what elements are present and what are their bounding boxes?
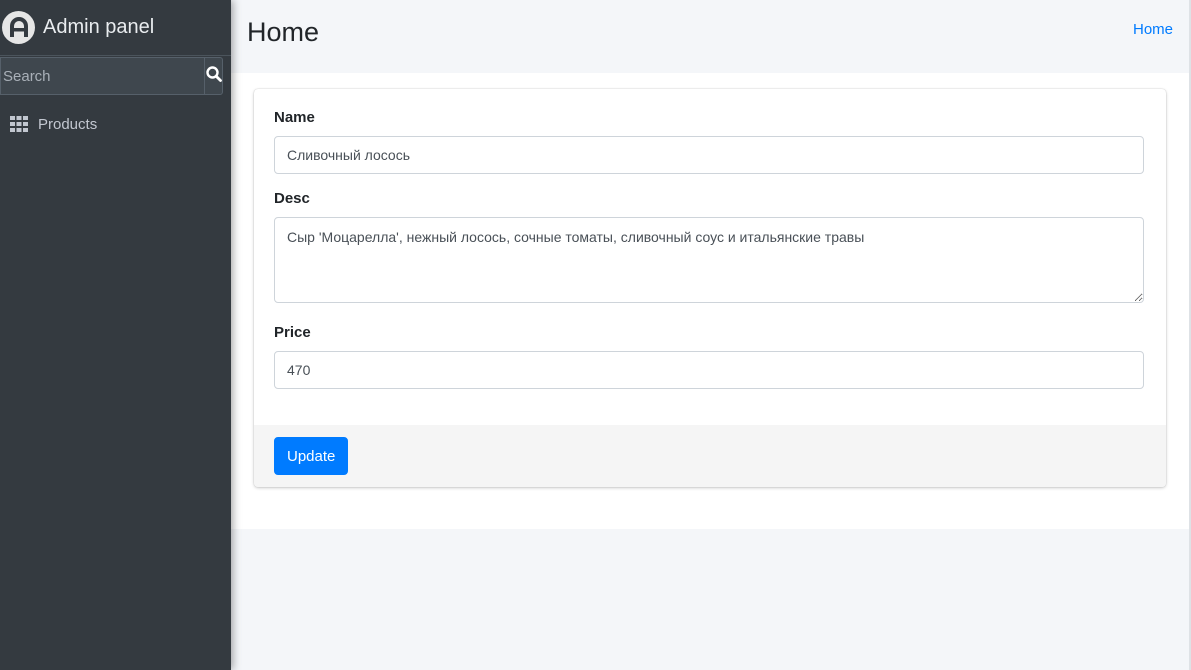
page-title: Home xyxy=(247,17,320,47)
price-input[interactable] xyxy=(274,351,1144,389)
name-group: Name xyxy=(274,109,1146,174)
content-header: Home Home xyxy=(231,0,1189,73)
main-content: Name Desc Сыр 'Моцарелла', нежный лосось… xyxy=(231,73,1189,529)
brand-link[interactable]: Admin panel xyxy=(0,0,231,56)
price-group: Price xyxy=(274,324,1146,389)
card-footer: Update xyxy=(254,425,1166,487)
sidebar-nav: Products xyxy=(0,104,231,144)
sidebar-item-label: Products xyxy=(38,115,98,133)
desc-textarea[interactable]: Сыр 'Моцарелла', нежный лосось, сочные т… xyxy=(274,217,1144,303)
grid-icon xyxy=(10,116,28,132)
price-label: Price xyxy=(274,324,311,341)
search-button[interactable] xyxy=(204,57,223,95)
sidebar: Admin panel Search Products xyxy=(0,0,231,670)
desc-group: Desc Сыр 'Моцарелла', нежный лосось, соч… xyxy=(274,190,1146,308)
name-label: Name xyxy=(274,109,315,126)
brand-title: Admin panel xyxy=(43,16,155,38)
search-input[interactable] xyxy=(0,57,204,95)
product-edit-form: Name Desc Сыр 'Моцарелла', нежный лосось… xyxy=(254,89,1166,487)
name-input[interactable] xyxy=(274,136,1144,174)
desc-label: Desc xyxy=(274,190,310,207)
sidebar-item-products[interactable]: Products xyxy=(0,104,231,144)
card-body: Name Desc Сыр 'Моцарелла', нежный лосось… xyxy=(254,89,1166,425)
sidebar-search xyxy=(0,57,223,95)
content-wrapper: Home Home Name Desc Сыр 'Моцарелла', неж… xyxy=(231,0,1189,670)
admin-logo-icon xyxy=(2,11,35,44)
search-icon xyxy=(205,65,222,87)
update-button[interactable]: Update xyxy=(274,437,349,475)
breadcrumb-home-link[interactable]: Home xyxy=(1133,21,1173,38)
